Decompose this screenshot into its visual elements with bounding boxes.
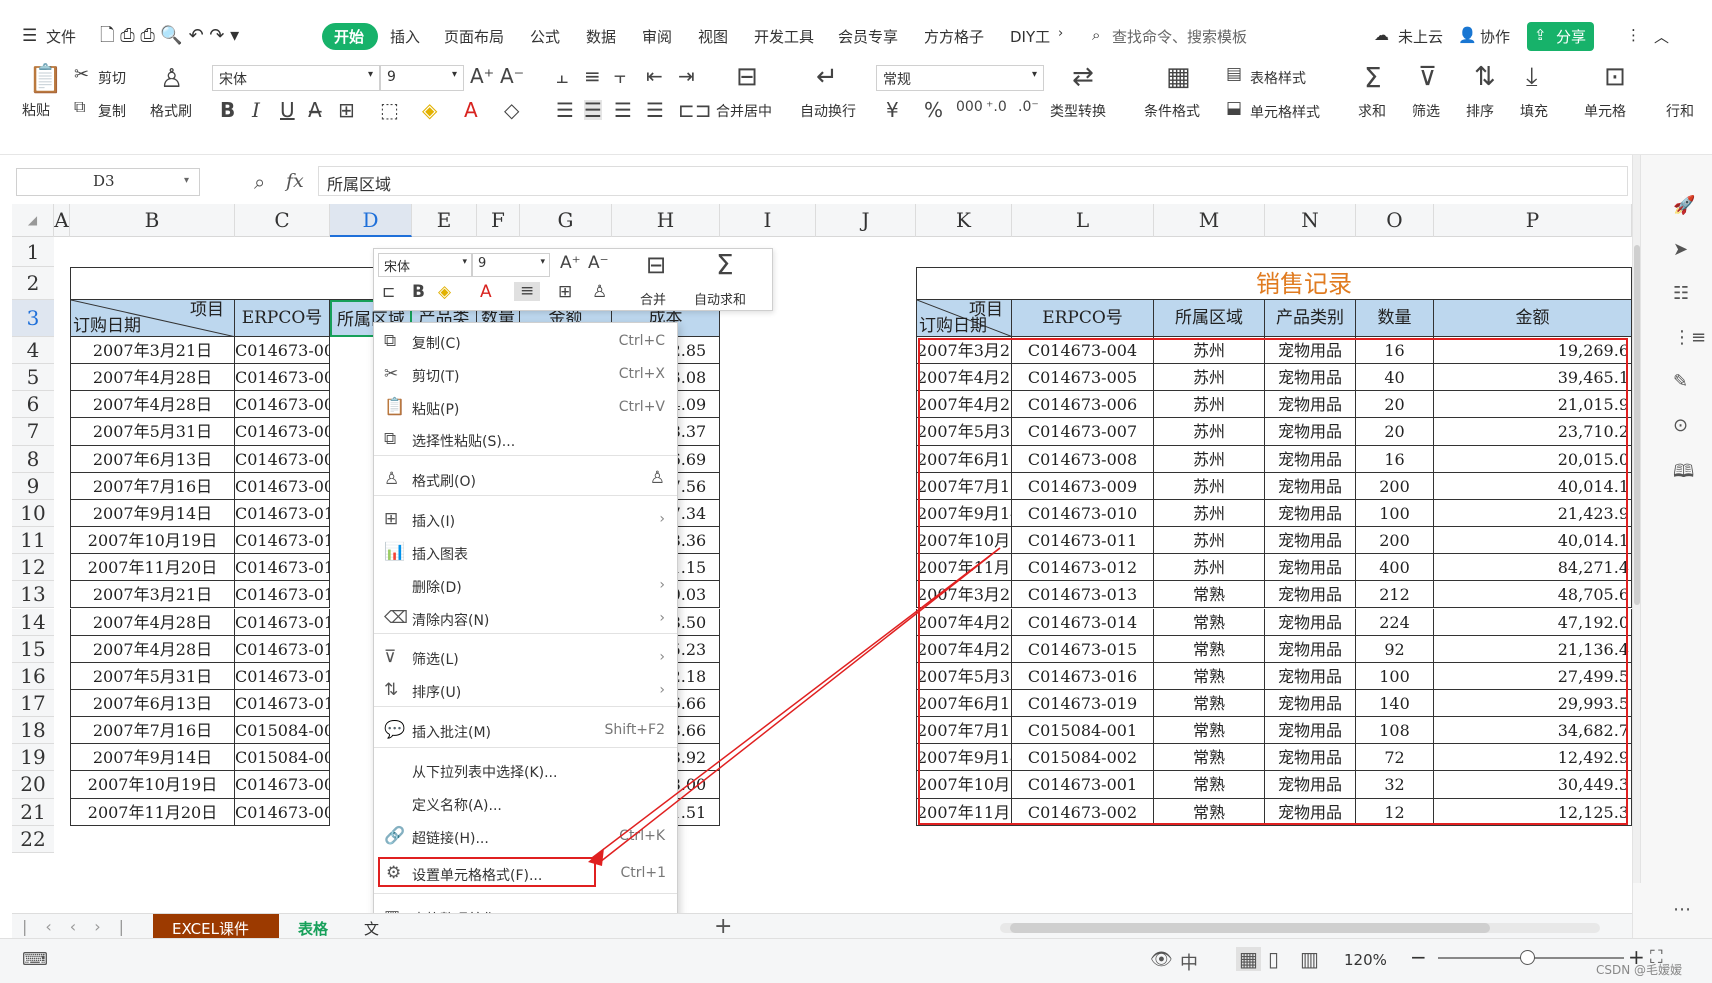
sheet-tab-text[interactable]: 文 (364, 918, 379, 939)
normal-view-icon[interactable]: ▦ (1236, 947, 1261, 971)
compass-icon[interactable]: ⊙ (1673, 415, 1688, 436)
horizontal-scrollbar[interactable] (1000, 923, 1600, 933)
status-bar: ⌨ 👁 中 ▦ ▯ ▥ 120% − + ⛶ CSDN @毛嫒嫒 (0, 938, 1712, 983)
zoom-slider-handle[interactable] (1520, 950, 1535, 965)
annotation-overlay (588, 547, 1001, 866)
vertical-scrollbar[interactable] (1633, 155, 1641, 883)
zoom-level[interactable]: 120% (1344, 951, 1387, 969)
right-side-panel: 🚀 ➤ ☷ ⋮≡ ✎ ⊙ 🕮 ⋯ (1632, 155, 1712, 938)
language-icon[interactable]: 中 (1180, 949, 1198, 975)
annotation-line-2 (599, 547, 1001, 863)
eye-protect-icon[interactable]: 👁 (1150, 949, 1173, 970)
horizontal-scroll-thumb[interactable] (1010, 923, 1490, 933)
macro-icon[interactable]: ⌨ (22, 949, 48, 970)
properties-icon[interactable]: ⋮≡ (1673, 327, 1706, 348)
page-view-icon[interactable]: ▯ (1268, 947, 1279, 971)
annotation-line-1 (591, 547, 1001, 859)
pen-icon[interactable]: ✎ (1673, 371, 1688, 392)
sheet-tab-bar: |‹‹›| EXCEL课件 表格 文 + (12, 913, 1632, 942)
sheet-nav-arrows[interactable]: |‹‹›| (22, 917, 142, 936)
watermark: CSDN @毛嫒嫒 (1596, 963, 1683, 977)
vertical-scroll-thumb[interactable] (1634, 245, 1640, 605)
cursor-icon[interactable]: ➤ (1673, 239, 1688, 260)
sheet-tab-excel[interactable]: EXCEL课件 (172, 918, 249, 939)
rocket-icon[interactable]: 🚀 (1673, 195, 1695, 216)
sheet-tab-table[interactable]: 表格 (298, 918, 328, 939)
book-icon[interactable]: 🕮 (1673, 459, 1694, 489)
zoom-out-icon[interactable]: − (1410, 945, 1427, 969)
settings-sliders-icon[interactable]: ☷ (1673, 283, 1689, 304)
annotation-arrowhead (588, 848, 604, 866)
page-break-icon[interactable]: ▥ (1300, 947, 1319, 971)
add-sheet-icon[interactable]: + (714, 914, 732, 939)
more-tools-icon[interactable]: ⋯ (1673, 899, 1691, 920)
